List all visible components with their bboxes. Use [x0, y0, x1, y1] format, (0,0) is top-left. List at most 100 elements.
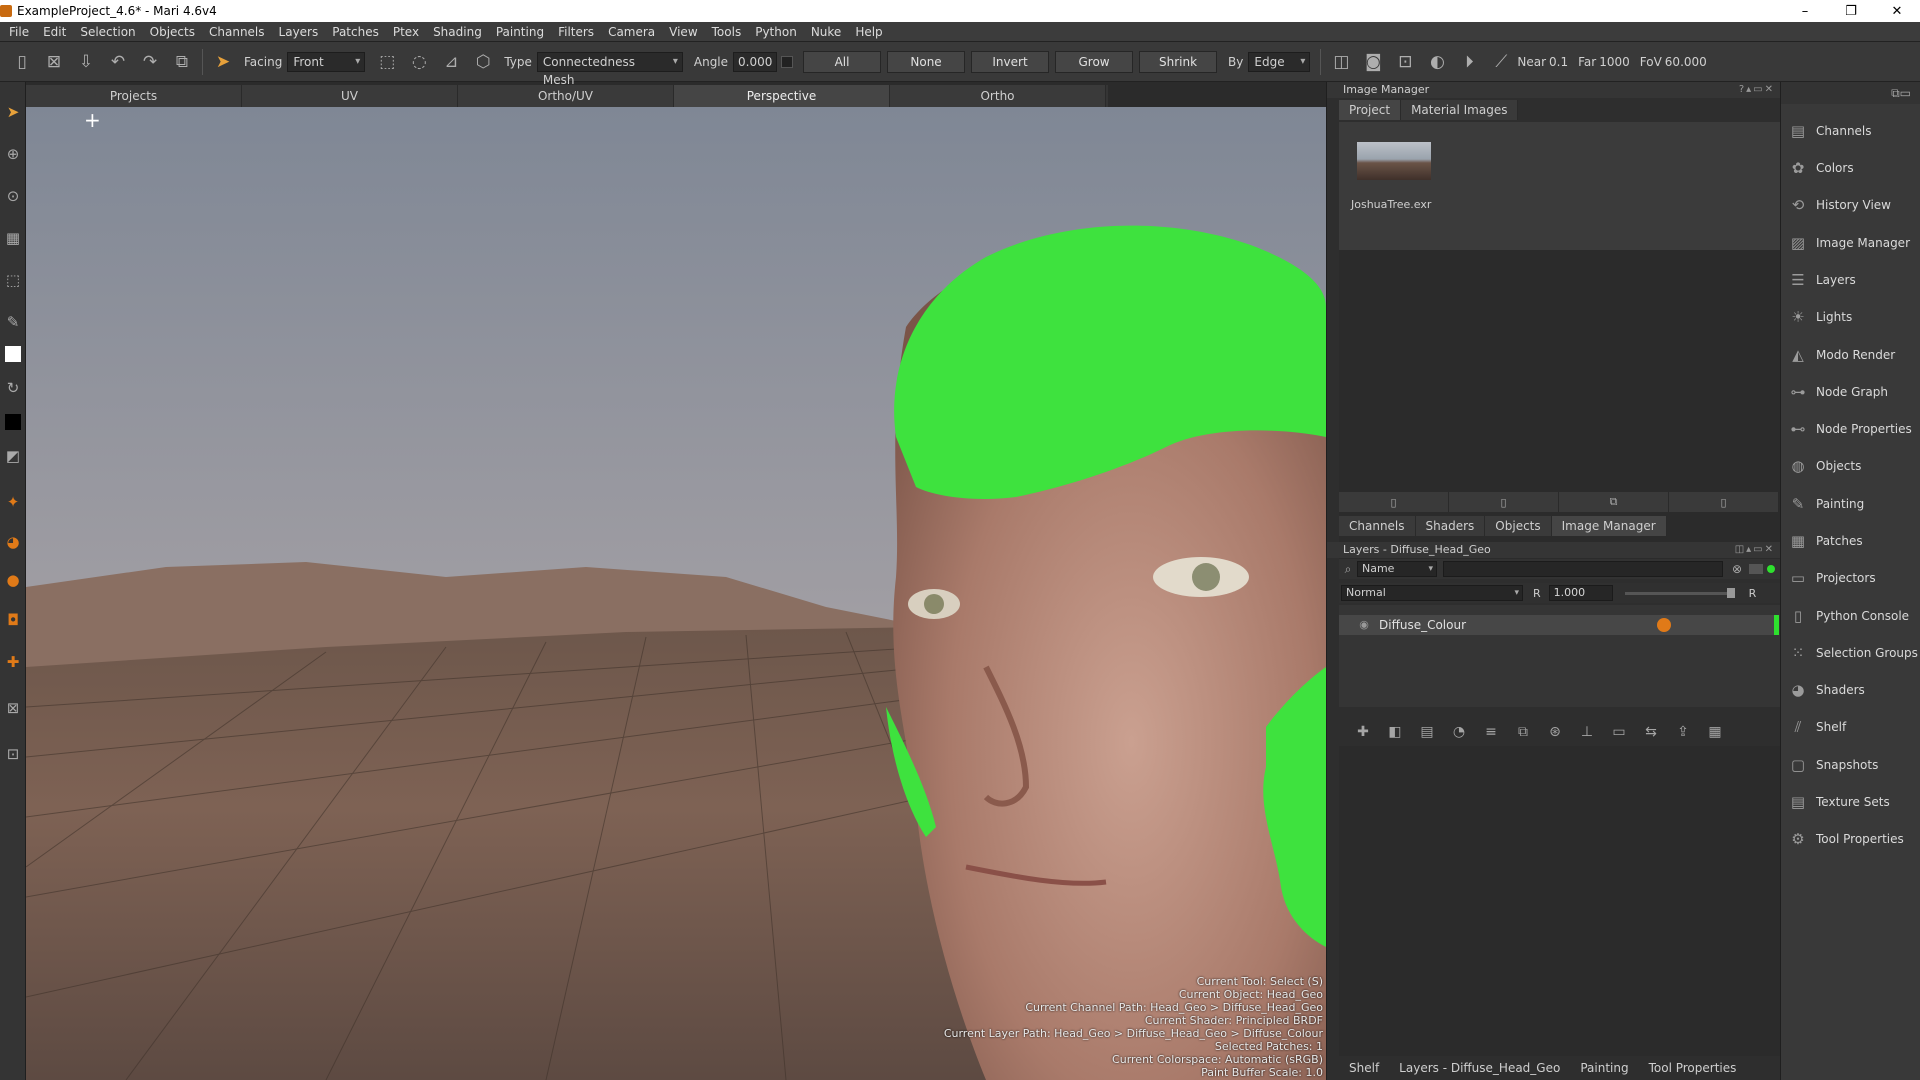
undo-icon[interactable]: ↶ — [102, 48, 134, 76]
tab-project[interactable]: Project — [1339, 100, 1402, 120]
add-group-icon[interactable]: ▤ — [1411, 722, 1443, 742]
menu-file[interactable]: File — [2, 22, 36, 42]
near-field[interactable]: 0.1 — [1549, 55, 1568, 69]
palette-selection-groups[interactable]: ⁙ Selection Groups — [1781, 640, 1920, 666]
tab-shelf[interactable]: Shelf — [1339, 1058, 1389, 1078]
palette-patches[interactable]: ▦ Patches — [1781, 528, 1920, 554]
new-image-icon[interactable]: ▯ — [1449, 492, 1559, 512]
sphere-tool-icon[interactable]: ● — [3, 570, 23, 590]
tab-projects[interactable]: Projects — [26, 85, 242, 107]
pin-tool-icon[interactable]: ✚ — [3, 652, 23, 672]
select-none-button[interactable]: None — [887, 50, 966, 73]
angle-field[interactable]: 0.000 — [733, 51, 778, 72]
marquee-select-icon[interactable]: ⬚ — [371, 48, 403, 76]
palette-history-view[interactable]: ⟲ History View — [1781, 192, 1920, 218]
merge-icon[interactable]: ⊥ — [1571, 722, 1603, 742]
mesh-select-icon[interactable]: ⬡ — [467, 48, 499, 76]
flatten-icon[interactable]: ≡ — [1475, 722, 1507, 742]
tab-shaders[interactable]: Shaders — [1415, 516, 1486, 536]
menu-camera[interactable]: Camera — [601, 22, 662, 42]
opacity-field[interactable]: 1.000 — [1548, 585, 1613, 601]
menu-nuke[interactable]: Nuke — [804, 22, 849, 42]
marquee-tool-icon[interactable]: ⬚ — [3, 270, 23, 290]
layer-row[interactable]: ◉ Diffuse_Colour — [1339, 615, 1779, 635]
grid-tool-icon[interactable]: ▦ — [3, 228, 23, 248]
tab-uv[interactable]: UV — [242, 85, 458, 107]
menu-python[interactable]: Python — [748, 22, 804, 42]
new-project-icon[interactable]: ▯ — [6, 48, 38, 76]
palette-python-console[interactable]: ▯ Python Console — [1781, 603, 1920, 629]
close-project-icon[interactable]: ⊠ — [38, 48, 70, 76]
menu-ptex[interactable]: Ptex — [386, 22, 426, 42]
palette-lights[interactable]: ☀ Lights — [1781, 304, 1920, 330]
cache-icon[interactable]: ▭ — [1603, 722, 1635, 742]
palette-node-graph[interactable]: ⊶ Node Graph — [1781, 379, 1920, 405]
tab-perspective[interactable]: Perspective — [674, 85, 890, 107]
polygon-select-icon[interactable]: ⊿ — [435, 48, 467, 76]
menu-view[interactable]: View — [662, 22, 704, 42]
filter-toggle-icon[interactable] — [1749, 564, 1763, 574]
select-tool-icon[interactable]: ➤ — [3, 102, 23, 122]
clear-filter-icon[interactable]: ⊗ — [1729, 562, 1745, 576]
camera-icon[interactable]: ◙ — [1357, 48, 1389, 76]
rotate-tool-icon[interactable]: ↻ — [3, 378, 23, 398]
visibility-eye-icon[interactable]: ◉ — [1357, 618, 1371, 632]
frame-selection-icon[interactable]: ⊡ — [1389, 48, 1421, 76]
menu-painting[interactable]: Painting — [489, 22, 551, 42]
image-thumbnail[interactable] — [1357, 142, 1431, 180]
fill-tool-icon[interactable]: ◕ — [3, 532, 23, 552]
type-dropdown[interactable]: Connectedness Mesh — [536, 51, 683, 87]
facing-dropdown[interactable]: Front — [287, 51, 366, 72]
save-icon[interactable]: ⇩ — [70, 48, 102, 76]
palette-modo-render[interactable]: ◭ Modo Render — [1781, 342, 1920, 368]
add-layer-icon[interactable]: ✚ — [1347, 722, 1379, 742]
palette-channels[interactable]: ▤ Channels — [1781, 118, 1920, 144]
stamp-tool-icon[interactable]: ◘ — [3, 610, 23, 630]
transform-tool-icon[interactable]: ⊕ — [3, 144, 23, 164]
grid-view-icon[interactable]: ▦ — [1699, 722, 1731, 742]
tab-image-manager[interactable]: Image Manager — [1551, 516, 1667, 536]
add-mask-icon[interactable]: ◔ — [1443, 722, 1475, 742]
fov-field[interactable]: 60.000 — [1665, 55, 1707, 69]
menu-tools[interactable]: Tools — [705, 22, 749, 42]
projector-tool-icon[interactable]: ⊠ — [3, 698, 23, 718]
tab-material-images[interactable]: Material Images — [1401, 100, 1519, 120]
palette-layers[interactable]: ☰ Layers — [1781, 267, 1920, 293]
lock-icon[interactable] — [1657, 618, 1671, 632]
minimize-button[interactable]: – — [1782, 0, 1828, 22]
palette-shaders[interactable]: ◕ Shaders — [1781, 677, 1920, 703]
grow-button[interactable]: Grow — [1055, 50, 1134, 73]
navigate-tool-icon[interactable]: ⊙ — [3, 186, 23, 206]
angle-checkbox[interactable] — [781, 55, 794, 68]
maximize-button[interactable]: ❐ — [1828, 0, 1874, 22]
blend-mode-dropdown[interactable]: Normal — [1341, 585, 1523, 601]
tab-layers[interactable]: Layers - Diffuse_Head_Geo — [1389, 1058, 1570, 1078]
tab-tool-properties[interactable]: Tool Properties — [1639, 1058, 1747, 1078]
menu-shading[interactable]: Shading — [426, 22, 489, 42]
tab-objects[interactable]: Objects — [1485, 516, 1552, 536]
palette-texture-sets[interactable]: ▤ Texture Sets — [1781, 789, 1920, 815]
tab-painting[interactable]: Painting — [1570, 1058, 1638, 1078]
swap-colors-icon[interactable]: ◩ — [3, 446, 23, 466]
screenshot-icon[interactable]: ⧉ — [166, 48, 198, 76]
edit-image-icon[interactable]: ⧉ — [1559, 492, 1669, 512]
background-color-swatch[interactable] — [3, 412, 23, 432]
paint-through-icon[interactable]: ✦ — [3, 492, 23, 512]
filter-text-input[interactable] — [1443, 561, 1723, 577]
split-view-icon[interactable]: ◫ — [1325, 48, 1357, 76]
tab-ortho[interactable]: Ortho — [890, 85, 1106, 107]
foreground-color-swatch[interactable] — [3, 344, 23, 364]
menu-edit[interactable]: Edit — [36, 22, 73, 42]
palette-colors[interactable]: ✿ Colors — [1781, 155, 1920, 181]
add-adjustment-icon[interactable]: ◧ — [1379, 722, 1411, 742]
redo-icon[interactable]: ↷ — [134, 48, 166, 76]
share-layer-icon[interactable]: ⊛ — [1539, 722, 1571, 742]
palette-tool-properties[interactable]: ⚙ Tool Properties — [1781, 826, 1920, 852]
close-button[interactable]: ✕ — [1874, 0, 1920, 22]
palette-projectors[interactable]: ▭ Projectors — [1781, 565, 1920, 591]
select-arrow-icon[interactable]: ➤ — [207, 48, 239, 76]
filter-name-dropdown[interactable]: Name — [1357, 561, 1437, 577]
import-image-icon[interactable]: ▯ — [1339, 492, 1449, 512]
menu-layers[interactable]: Layers — [272, 22, 326, 42]
far-field[interactable]: 1000 — [1599, 55, 1630, 69]
